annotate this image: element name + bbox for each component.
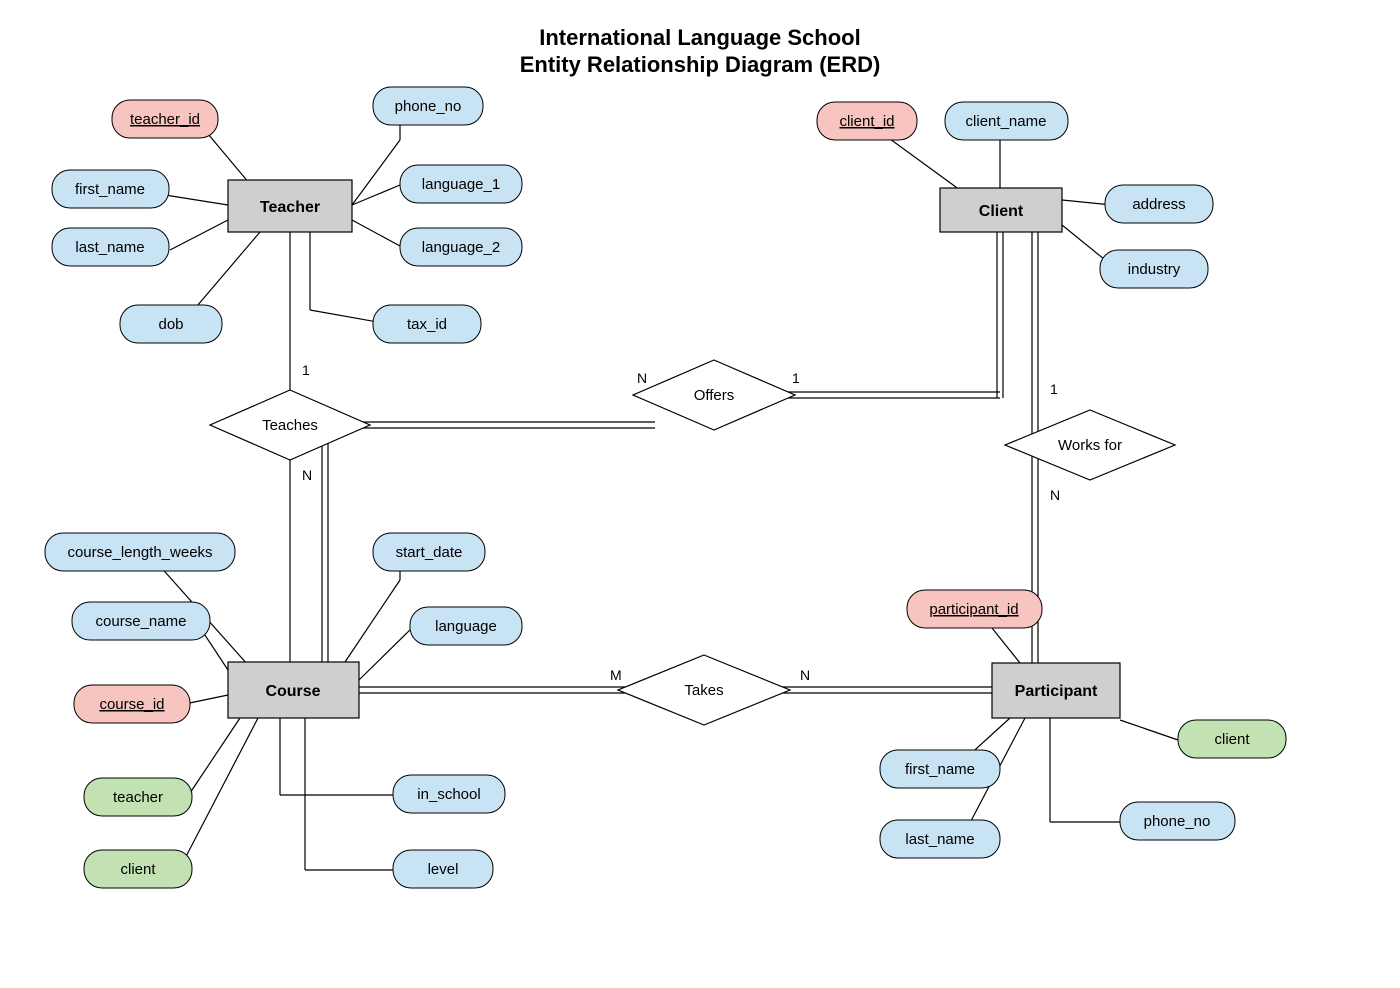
svg-text:course_name: course_name: [96, 613, 187, 630]
svg-text:Client: Client: [979, 203, 1024, 220]
attr-course-id: course_id: [74, 685, 190, 723]
svg-text:client: client: [120, 861, 156, 878]
svg-text:first_name: first_name: [75, 181, 145, 198]
svg-text:tax_id: tax_id: [407, 316, 447, 333]
svg-text:phone_no: phone_no: [1144, 813, 1211, 830]
attr-level: level: [393, 850, 493, 888]
attr-p-client-fk: client: [1178, 720, 1286, 758]
svg-text:Teaches: Teaches: [262, 417, 318, 434]
svg-text:Works for: Works for: [1058, 437, 1122, 454]
attr-phone-no: phone_no: [373, 87, 483, 125]
card-takes-n: N: [800, 667, 810, 683]
svg-text:teacher_id: teacher_id: [130, 111, 200, 128]
svg-text:in_school: in_school: [417, 786, 480, 803]
attr-in-school: in_school: [393, 775, 505, 813]
entity-course: Course: [228, 662, 359, 718]
attr-course-length-weeks: course_length_weeks: [45, 533, 235, 571]
attr-dob: dob: [120, 305, 222, 343]
svg-text:teacher: teacher: [113, 789, 163, 806]
attr-course-name: course_name: [72, 602, 210, 640]
attr-industry: industry: [1100, 250, 1208, 288]
svg-text:course_length_weeks: course_length_weeks: [67, 544, 212, 561]
svg-text:client_name: client_name: [966, 113, 1047, 130]
svg-text:Takes: Takes: [684, 682, 723, 699]
svg-text:course_id: course_id: [99, 696, 164, 713]
card-offers-n: N: [637, 370, 647, 386]
card-takes-m: M: [610, 667, 622, 683]
svg-text:industry: industry: [1128, 261, 1181, 278]
svg-text:language: language: [435, 618, 497, 635]
attr-participant-id: participant_id: [907, 590, 1042, 628]
attr-language: language: [410, 607, 522, 645]
svg-text:phone_no: phone_no: [395, 98, 462, 115]
svg-text:first_name: first_name: [905, 761, 975, 778]
svg-text:level: level: [428, 861, 459, 878]
entity-client: Client: [940, 188, 1062, 232]
svg-text:last_name: last_name: [75, 239, 144, 256]
svg-text:dob: dob: [158, 316, 183, 333]
rel-teaches: Teaches: [210, 390, 370, 460]
svg-text:client_id: client_id: [839, 113, 894, 130]
card-teacher-1: 1: [302, 362, 310, 378]
attr-p-first-name: first_name: [880, 750, 1000, 788]
svg-text:Participant: Participant: [1015, 683, 1098, 700]
card-offers-1: 1: [792, 370, 800, 386]
card-worksfor-n: N: [1050, 487, 1060, 503]
attr-p-last-name: last_name: [880, 820, 1000, 858]
attr-tax-id: tax_id: [373, 305, 481, 343]
card-course-n: N: [302, 467, 312, 483]
attr-client-name: client_name: [945, 102, 1068, 140]
svg-text:start_date: start_date: [396, 544, 463, 561]
svg-text:participant_id: participant_id: [929, 601, 1018, 618]
attr-p-phone-no: phone_no: [1120, 802, 1235, 840]
svg-text:client: client: [1214, 731, 1250, 748]
svg-text:Teacher: Teacher: [260, 199, 320, 216]
svg-text:Offers: Offers: [694, 387, 735, 404]
attr-teacher-fk: teacher: [84, 778, 192, 816]
attr-start-date: start_date: [373, 533, 485, 571]
svg-text:language_1: language_1: [422, 176, 500, 193]
card-worksfor-1: 1: [1050, 381, 1058, 397]
rel-takes: Takes: [618, 655, 790, 725]
attr-first-name: first_name: [52, 170, 169, 208]
attr-teacher-id: teacher_id: [112, 100, 218, 138]
svg-text:Course: Course: [265, 683, 320, 700]
attr-last-name: last_name: [52, 228, 169, 266]
attr-address: address: [1105, 185, 1213, 223]
svg-text:language_2: language_2: [422, 239, 500, 256]
rel-offers: Offers: [633, 360, 795, 430]
attr-client-fk: client: [84, 850, 192, 888]
entity-participant: Participant: [992, 663, 1120, 718]
diagram-title-line2: Entity Relationship Diagram (ERD): [520, 52, 881, 77]
svg-text:last_name: last_name: [905, 831, 974, 848]
attr-language-1: language_1: [400, 165, 522, 203]
erd-canvas: International Language School Entity Rel…: [0, 0, 1400, 988]
diagram-title-line1: International Language School: [539, 25, 860, 50]
entity-teacher: Teacher: [228, 180, 352, 232]
svg-text:address: address: [1132, 196, 1185, 213]
rel-works-for: Works for: [1005, 410, 1175, 480]
attr-language-2: language_2: [400, 228, 522, 266]
attr-client-id: client_id: [817, 102, 917, 140]
